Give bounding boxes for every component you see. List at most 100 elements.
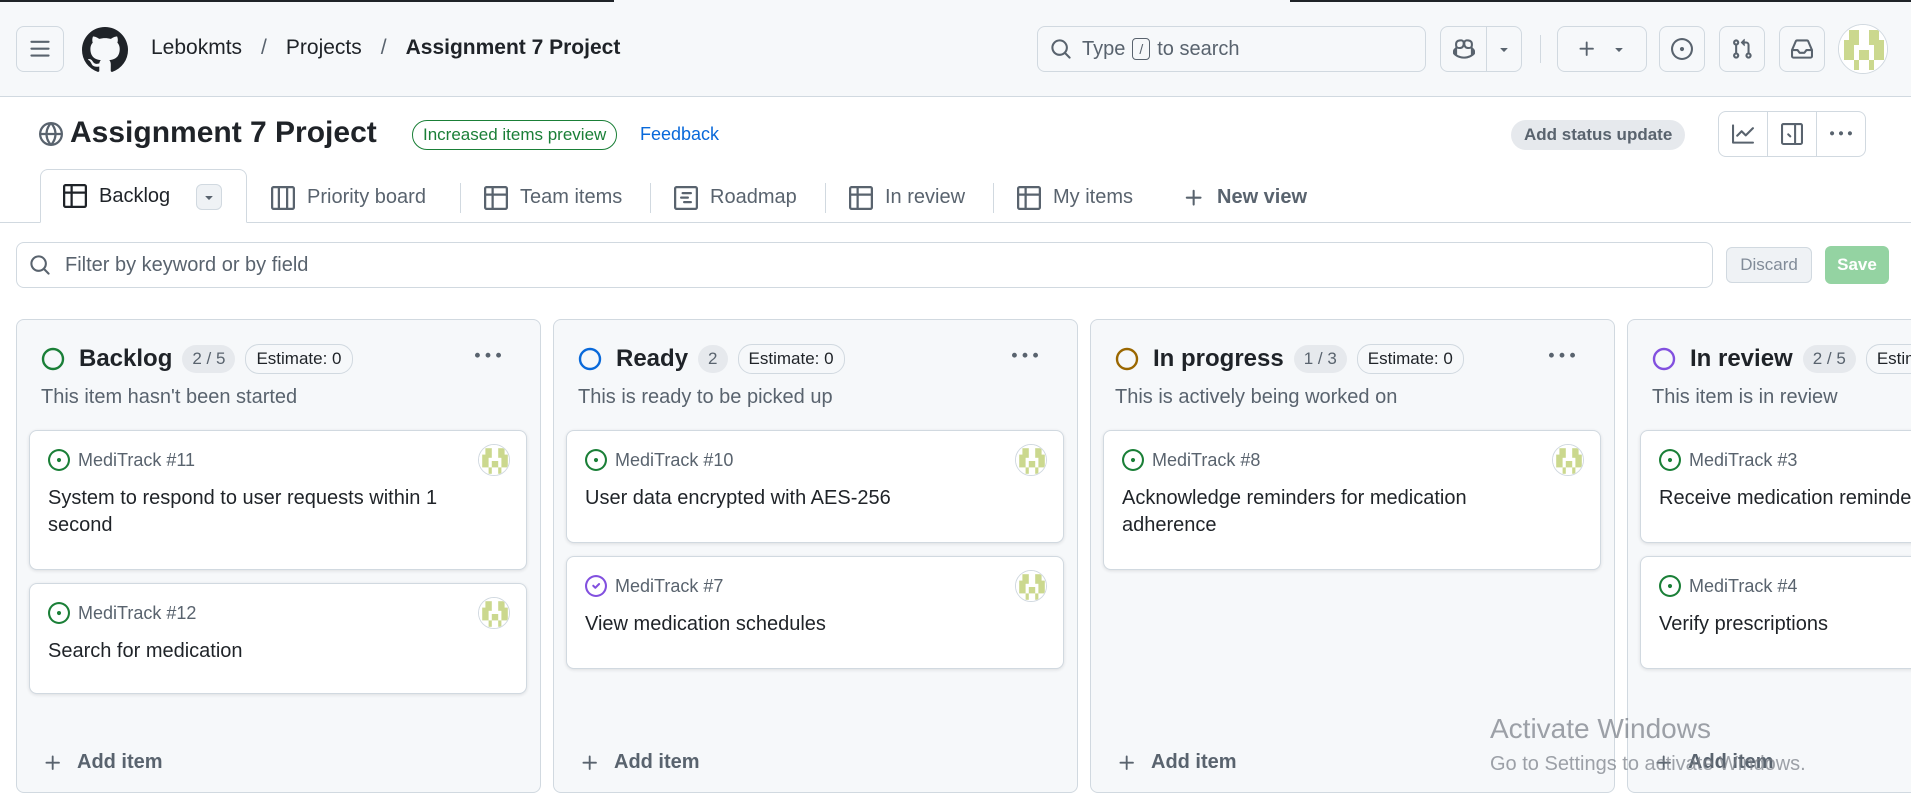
- column-ready: Ready 2 Estimate: 0 This is ready to be …: [553, 319, 1078, 793]
- loading-bar: [0, 0, 614, 2]
- board-icon: [63, 184, 87, 208]
- issue-opened-icon: [48, 602, 70, 624]
- new-view-button[interactable]: New view: [1183, 172, 1307, 223]
- card-title[interactable]: Verify prescriptions: [1659, 611, 1911, 638]
- add-item-button[interactable]: Add item: [43, 751, 163, 774]
- tab-in-review[interactable]: In review: [849, 172, 965, 223]
- tab-divider: [993, 183, 994, 213]
- side-panel-button[interactable]: [1768, 112, 1817, 156]
- column-more-button[interactable]: [470, 342, 506, 370]
- card-title[interactable]: Receive medication reminders: [1659, 485, 1911, 512]
- add-item-button[interactable]: Add item: [580, 751, 700, 774]
- status-circle-icon: [1652, 347, 1676, 371]
- save-button[interactable]: Save: [1825, 246, 1889, 284]
- github-logo-icon[interactable]: [82, 27, 128, 73]
- breadcrumb-owner[interactable]: Lebokmts: [151, 36, 242, 60]
- copilot-dropdown-button[interactable]: [1487, 27, 1521, 71]
- breadcrumb-separator: /: [261, 36, 267, 59]
- tab-team-items[interactable]: Team items: [484, 172, 622, 223]
- inbox-button[interactable]: [1779, 26, 1825, 72]
- preview-badge[interactable]: Increased items preview: [412, 120, 618, 150]
- feedback-link[interactable]: Feedback: [640, 124, 719, 145]
- tab-options-button[interactable]: [196, 184, 222, 210]
- sidebar-expand-icon: [1781, 123, 1803, 145]
- card-title[interactable]: System to respond to user requests withi…: [48, 485, 466, 539]
- card-ref-text[interactable]: MediTrack #3: [1689, 450, 1797, 471]
- tab-divider: [460, 183, 461, 213]
- card-title[interactable]: View medication schedules: [585, 611, 1003, 638]
- card-reference: MediTrack #3: [1659, 449, 1797, 471]
- item-card[interactable]: MediTrack #12 Search for medication: [29, 583, 527, 694]
- git-pull-request-icon: [1733, 38, 1752, 59]
- tab-my-items[interactable]: My items: [1017, 172, 1133, 223]
- search-icon: [30, 255, 50, 275]
- copilot-button[interactable]: [1441, 27, 1487, 71]
- identicon-avatar: [479, 598, 509, 628]
- issue-opened-icon: [1671, 38, 1693, 60]
- project-title: Assignment 7 Project: [70, 116, 377, 149]
- card-ref-text[interactable]: MediTrack #8: [1152, 450, 1260, 471]
- tab-label: In review: [885, 186, 966, 208]
- assignee-avatar[interactable]: [1015, 570, 1047, 602]
- assignee-avatar[interactable]: [1015, 444, 1047, 476]
- add-item-button[interactable]: Add item: [1117, 751, 1237, 774]
- item-card[interactable]: MediTrack #4 Verify prescriptions: [1640, 556, 1911, 669]
- issue-opened-icon: [585, 449, 607, 471]
- card-ref-text[interactable]: MediTrack #11: [78, 450, 195, 471]
- item-card[interactable]: MediTrack #7 View medication schedules: [566, 556, 1064, 669]
- search-icon: [1051, 39, 1071, 59]
- user-avatar[interactable]: [1838, 24, 1888, 74]
- card-reference: MediTrack #7: [585, 575, 723, 597]
- table-icon: [849, 185, 873, 210]
- discard-button[interactable]: Discard: [1726, 247, 1812, 283]
- card-title[interactable]: Search for medication: [48, 638, 466, 665]
- tab-roadmap[interactable]: Roadmap: [674, 172, 797, 223]
- copilot-icon: [1452, 39, 1475, 59]
- assignee-avatar[interactable]: [478, 597, 510, 629]
- column-header: Backlog 2 / 5 Estimate: 0: [41, 344, 353, 374]
- inbox-icon: [1791, 39, 1813, 59]
- breadcrumb-current[interactable]: Assignment 7 Project: [406, 36, 621, 60]
- menu-button[interactable]: [16, 26, 64, 72]
- create-new-button[interactable]: [1557, 26, 1647, 72]
- card-ref-text[interactable]: MediTrack #7: [615, 576, 723, 597]
- column-more-button[interactable]: [1544, 342, 1580, 370]
- triangle-down-icon: [1500, 48, 1508, 52]
- kebab-horizontal-icon: [1012, 352, 1038, 358]
- card-title[interactable]: User data encrypted with AES-256: [585, 485, 1003, 512]
- column-description: This item hasn't been started: [41, 386, 298, 408]
- tab-priority-board[interactable]: Priority board: [271, 172, 426, 223]
- breadcrumb-projects[interactable]: Projects: [286, 36, 362, 60]
- issues-button[interactable]: [1659, 26, 1705, 72]
- loading-bar: [1290, 0, 1911, 2]
- plus-icon: [1185, 189, 1202, 206]
- card-ref-text[interactable]: MediTrack #4: [1689, 576, 1797, 597]
- card-ref-text[interactable]: MediTrack #12: [78, 603, 196, 624]
- assignee-avatar[interactable]: [478, 444, 510, 476]
- item-card[interactable]: MediTrack #11 System to respond to user …: [29, 430, 527, 570]
- new-view-label: New view: [1217, 186, 1308, 208]
- board-icon: [271, 185, 295, 210]
- kebab-horizontal-icon: [475, 352, 501, 358]
- column-more-button[interactable]: [1007, 342, 1043, 370]
- filter-input[interactable]: Filter by keyword or by field: [16, 242, 1713, 288]
- tab-label: Backlog: [99, 184, 171, 207]
- global-search-input[interactable]: Type / to search: [1037, 26, 1426, 72]
- assignee-avatar[interactable]: [1552, 444, 1584, 476]
- table-icon: [484, 185, 508, 210]
- add-status-update-button[interactable]: Add status update: [1511, 120, 1686, 150]
- item-card[interactable]: MediTrack #3 Receive medication reminder…: [1640, 430, 1911, 543]
- search-placeholder-before: Type: [1082, 37, 1126, 60]
- card-title[interactable]: Acknowledge reminders for medication adh…: [1122, 485, 1540, 539]
- item-card[interactable]: MediTrack #8 Acknowledge reminders for m…: [1103, 430, 1601, 570]
- card-reference: MediTrack #11: [48, 449, 195, 471]
- card-reference: MediTrack #10: [585, 449, 733, 471]
- pull-requests-button[interactable]: [1719, 26, 1765, 72]
- issue-opened-icon: [1659, 449, 1681, 471]
- project-more-button[interactable]: [1817, 112, 1865, 156]
- card-reference: MediTrack #4: [1659, 575, 1797, 597]
- status-circle-icon: [41, 347, 65, 371]
- card-ref-text[interactable]: MediTrack #10: [615, 450, 733, 471]
- item-card[interactable]: MediTrack #10 User data encrypted with A…: [566, 430, 1064, 543]
- insights-button[interactable]: [1719, 112, 1768, 156]
